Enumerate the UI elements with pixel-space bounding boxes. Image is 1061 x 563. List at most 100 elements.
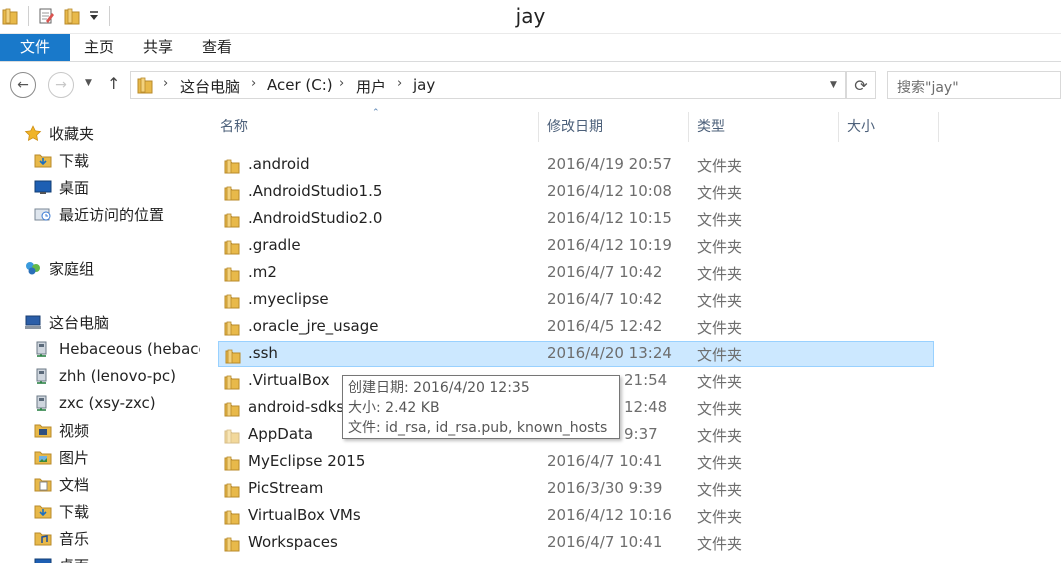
nav-homegroup[interactable]: 家庭组 <box>24 256 200 280</box>
file-row[interactable]: .android 2016/4/19 20:57 文件夹 <box>218 152 934 178</box>
column-divider[interactable] <box>538 112 539 142</box>
file-date: 2016/4/5 12:42 <box>547 317 663 335</box>
nav-thispc[interactable]: 这台电脑 <box>24 310 200 334</box>
column-divider[interactable] <box>938 112 939 142</box>
file-type: 文件夹 <box>697 400 743 418</box>
chevron-right-icon[interactable]: › <box>163 76 168 91</box>
window-title: jay <box>515 4 546 28</box>
nav-item-network-drive[interactable]: Hebaceous (hebace <box>34 337 200 361</box>
folder-icon <box>224 483 240 498</box>
folder-icon <box>224 240 240 255</box>
address-dropdown-icon[interactable]: ▼ <box>830 80 837 90</box>
breadcrumb-thispc[interactable]: 这台电脑 <box>180 76 240 97</box>
file-row[interactable]: .AndroidStudio1.5 2016/4/12 10:08 文件夹 <box>218 179 934 205</box>
file-row[interactable]: .myeclipse 2016/4/7 10:42 文件夹 <box>218 287 934 313</box>
nav-label: 桌面 <box>59 178 90 197</box>
file-name: .VirtualBox <box>248 371 330 389</box>
network-drive-icon <box>36 395 47 411</box>
tab-home[interactable]: 主页 <box>84 34 114 61</box>
file-name: MyEclipse 2015 <box>248 452 366 470</box>
file-name: .AndroidStudio2.0 <box>248 209 383 227</box>
column-divider[interactable] <box>688 112 689 142</box>
file-row[interactable]: .oracle_jre_usage 2016/4/5 12:42 文件夹 <box>218 314 934 340</box>
nav-item-pictures[interactable]: 图片 <box>34 445 200 469</box>
file-type: 文件夹 <box>697 535 743 553</box>
download-folder-icon <box>34 505 52 519</box>
nav-item-desktop[interactable]: 桌面 <box>34 175 200 199</box>
music-folder-icon <box>34 532 52 546</box>
file-type: 文件夹 <box>697 211 743 229</box>
nav-item-desktop[interactable]: 桌面 <box>34 553 200 563</box>
file-date: 2016/4/12 10:15 <box>547 209 672 227</box>
folder-icon <box>224 456 240 471</box>
file-date: 2016/4/12 10:08 <box>547 182 672 200</box>
nav-item-videos[interactable]: 视频 <box>34 418 200 442</box>
nav-item-downloads[interactable]: 下载 <box>34 148 200 172</box>
file-row[interactable]: MyEclipse 2015 2016/4/7 10:41 文件夹 <box>218 449 934 475</box>
folder-icon <box>137 77 153 94</box>
breadcrumb-users[interactable]: 用户 <box>356 76 386 97</box>
file-date: 2016/3/30 9:39 <box>547 479 663 497</box>
file-type: 文件夹 <box>697 157 743 175</box>
nav-item-recent[interactable]: 最近访问的位置 <box>34 202 200 226</box>
column-header-date[interactable]: 修改日期 <box>543 112 688 142</box>
nav-item-network-drive[interactable]: zxc (xsy-zxc) <box>34 391 200 415</box>
folder-icon <box>224 186 240 201</box>
nav-item-documents[interactable]: 文档 <box>34 472 200 496</box>
breadcrumb-drive[interactable]: Acer (C:) <box>267 76 333 94</box>
file-row[interactable]: .AndroidStudio2.0 2016/4/12 10:15 文件夹 <box>218 206 934 232</box>
network-drive-icon <box>36 368 47 384</box>
nav-label: 下载 <box>59 502 90 521</box>
favorites-list: 下载 桌面 最近访问的位置 <box>34 148 200 226</box>
folder-icon <box>224 375 240 390</box>
back-button[interactable]: ← <box>10 72 36 98</box>
refresh-button[interactable]: ⟳ <box>846 71 876 99</box>
file-row[interactable]: Workspaces 2016/4/7 10:41 文件夹 <box>218 530 934 556</box>
nav-item-network-drive[interactable]: zhh (lenovo-pc) <box>34 364 200 388</box>
file-row[interactable]: PicStream 2016/3/30 9:39 文件夹 <box>218 476 934 502</box>
nav-label: 收藏夹 <box>49 124 95 143</box>
chevron-right-icon[interactable]: › <box>251 76 256 91</box>
nav-label: 桌面 <box>59 555 89 563</box>
nav-favorites[interactable]: 收藏夹 <box>24 121 200 145</box>
chevron-right-icon[interactable]: › <box>339 76 344 91</box>
nav-item-downloads[interactable]: 下载 <box>34 499 200 523</box>
file-name: .AndroidStudio1.5 <box>248 182 383 200</box>
file-date: 2016/4/7 10:41 <box>547 452 663 470</box>
file-date: 12:48 <box>624 398 668 416</box>
star-icon <box>24 125 42 141</box>
file-name: AppData <box>248 425 314 443</box>
chevron-right-icon[interactable]: › <box>397 76 402 91</box>
column-header-size[interactable]: 大小 <box>843 112 938 142</box>
pictures-folder-icon <box>34 451 52 465</box>
nav-item-music[interactable]: 音乐 <box>34 526 200 550</box>
column-header-type[interactable]: 类型 <box>693 112 838 142</box>
tab-view[interactable]: 查看 <box>202 34 232 61</box>
recent-locations-dropdown[interactable]: ▼ <box>85 78 92 88</box>
forward-button[interactable]: → <box>48 72 74 98</box>
nav-label: 视频 <box>59 421 90 440</box>
file-date: 21:54 <box>624 371 668 389</box>
file-type: 文件夹 <box>697 346 743 364</box>
folder-icon <box>224 402 240 417</box>
folder-icon <box>224 429 240 444</box>
tooltip-created: 创建日期: 2016/4/20 12:35 <box>348 380 530 396</box>
download-folder-icon <box>34 154 52 168</box>
file-row[interactable]: .m2 2016/4/7 10:42 文件夹 <box>218 260 934 286</box>
file-row[interactable]: .gradle 2016/4/12 10:19 文件夹 <box>218 233 934 259</box>
tab-file[interactable]: 文件 <box>0 34 70 61</box>
file-name: PicStream <box>248 479 324 497</box>
column-header-name[interactable]: 名称 <box>216 112 538 142</box>
up-button[interactable]: ↑ <box>107 74 120 93</box>
tab-share[interactable]: 共享 <box>143 34 173 61</box>
nav-homegroup-section: 家庭组 <box>24 256 200 280</box>
file-row[interactable]: .ssh 2016/4/20 13:24 文件夹 <box>218 341 934 367</box>
file-name: Workspaces <box>248 533 338 551</box>
column-divider[interactable] <box>838 112 839 142</box>
folder-icon <box>224 537 240 552</box>
breadcrumb-jay[interactable]: jay <box>413 76 435 94</box>
file-date: 2016/4/12 10:19 <box>547 236 672 254</box>
nav-label: zhh (lenovo-pc) <box>59 367 176 385</box>
search-input[interactable]: 搜索"jay" <box>887 71 1061 99</box>
file-row[interactable]: VirtualBox VMs 2016/4/12 10:16 文件夹 <box>218 503 934 529</box>
